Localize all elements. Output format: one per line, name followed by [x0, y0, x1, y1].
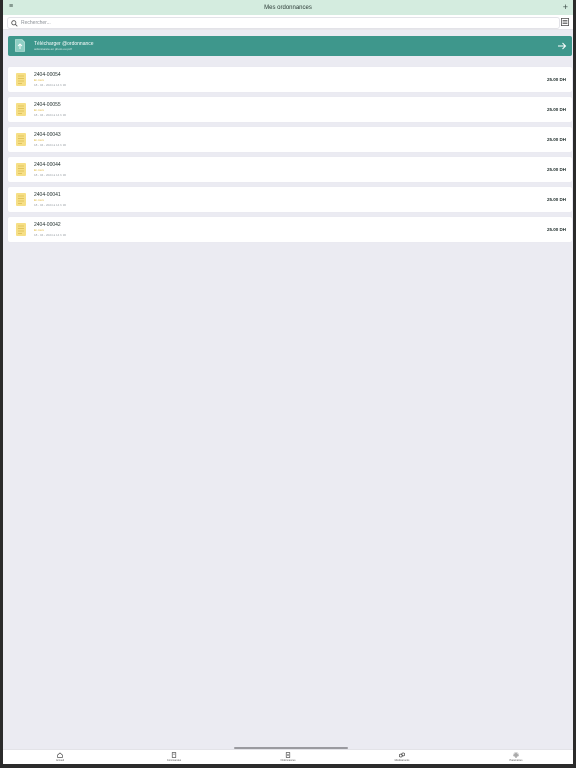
- bottom-tab-bar: Accueil Commandes Ordonnances Médicament…: [3, 749, 573, 764]
- status-badge: En cours: [34, 169, 44, 172]
- prescription-price: 25.00 DH: [546, 197, 566, 202]
- status-badge: En cours: [34, 79, 44, 82]
- upload-prescription-banner[interactable]: Télécharger @ordonnance ordonnance en ph…: [8, 36, 572, 56]
- prescription-document-icon: [16, 133, 26, 146]
- tab-medicaments[interactable]: Médicaments: [345, 750, 459, 764]
- prescription-number: 2404-00044: [34, 162, 61, 168]
- prescription-price: 25.00 DH: [546, 227, 566, 232]
- prescription-price: 25.00 DH: [546, 167, 566, 172]
- prescription-price: 25.00 DH: [546, 77, 566, 82]
- search-icon: [10, 19, 18, 27]
- filter-icon[interactable]: [561, 18, 569, 26]
- prescription-number: 2404-00042: [34, 222, 61, 228]
- page-title: Mes ordonnances: [264, 4, 312, 11]
- upload-document-icon: [15, 39, 25, 52]
- menu-icon[interactable]: ≡: [9, 3, 13, 10]
- tab-ordonnances[interactable]: Ordonnances: [231, 750, 345, 764]
- prescription-number: 2404-00055: [34, 102, 61, 108]
- prescription-document-icon: [16, 223, 26, 236]
- prescription-document-icon: [16, 163, 26, 176]
- prescription-price: 25.00 DH: [546, 107, 566, 112]
- tab-label: Médicaments: [394, 759, 410, 762]
- list-item[interactable]: 2404-00041 En cours 18 - 04 - 2024 à 14 …: [8, 187, 572, 212]
- list-item[interactable]: 2404-00044 En cours 18 - 04 - 2024 à 14 …: [8, 157, 572, 182]
- prescription-date: 18 - 04 - 2024 à 14 h 30: [34, 203, 67, 207]
- add-icon[interactable]: +: [563, 1, 568, 13]
- prescription-number: 2404-00043: [34, 132, 61, 138]
- home-icon: [57, 752, 63, 758]
- prescription-icon: [285, 752, 291, 758]
- pills-icon: [399, 752, 405, 758]
- tab-label: Ordonnances: [280, 759, 296, 762]
- header-bar: ≡ Mes ordonnances +: [3, 0, 573, 15]
- tab-accueil[interactable]: Accueil: [3, 750, 117, 764]
- list-item[interactable]: 2404-00042 En cours 18 - 04 - 2024 à 14 …: [8, 217, 572, 242]
- search-bar-row: Rechercher...: [3, 15, 573, 30]
- prescription-date: 18 - 04 - 2024 à 14 h 30: [34, 113, 67, 117]
- list-item[interactable]: 2404-00043 En cours 18 - 04 - 2024 à 14 …: [8, 127, 572, 152]
- tab-label: Paramètres: [509, 759, 523, 762]
- tab-parametres[interactable]: Paramètres: [459, 750, 573, 764]
- tab-label: Accueil: [55, 759, 65, 762]
- arrow-right-icon[interactable]: [557, 41, 567, 51]
- tab-label: Commandes: [166, 759, 182, 762]
- prescription-price: 25.00 DH: [546, 137, 566, 142]
- prescription-number: 2404-00041: [34, 192, 61, 198]
- prescription-date: 18 - 04 - 2024 à 14 h 30: [34, 233, 67, 237]
- list-item[interactable]: 2404-00054 En cours 18 - 04 - 2024 à 14 …: [8, 67, 572, 92]
- prescription-list: 2404-00054 En cours 18 - 04 - 2024 à 14 …: [8, 67, 572, 247]
- prescription-document-icon: [16, 103, 26, 116]
- search-placeholder: Rechercher...: [21, 20, 51, 26]
- status-badge: En cours: [34, 109, 44, 112]
- tab-commandes[interactable]: Commandes: [117, 750, 231, 764]
- prescription-date: 18 - 04 - 2024 à 14 h 30: [34, 173, 67, 177]
- status-badge: En cours: [34, 139, 44, 142]
- list-item[interactable]: 2404-00055 En cours 18 - 04 - 2024 à 14 …: [8, 97, 572, 122]
- gear-icon: [513, 752, 519, 758]
- prescription-document-icon: [16, 193, 26, 206]
- status-badge: En cours: [34, 229, 44, 232]
- banner-subtitle: ordonnance en photo ou pdf: [34, 47, 72, 51]
- prescription-number: 2404-00054: [34, 72, 61, 78]
- status-badge: En cours: [34, 199, 44, 202]
- prescription-date: 18 - 04 - 2024 à 14 h 30: [34, 143, 67, 147]
- app-screen: ≡ Mes ordonnances + Rechercher... Téléch…: [3, 0, 573, 764]
- prescription-document-icon: [16, 73, 26, 86]
- search-input[interactable]: Rechercher...: [7, 17, 560, 29]
- orders-icon: [171, 752, 177, 758]
- prescription-date: 18 - 04 - 2024 à 14 h 30: [34, 83, 67, 87]
